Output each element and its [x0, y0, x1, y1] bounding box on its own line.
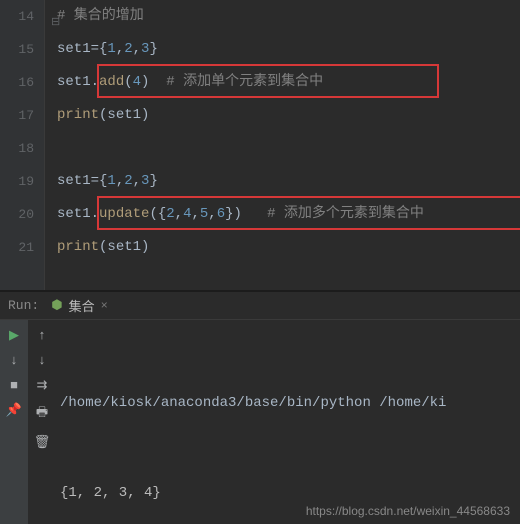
- line-number: 20: [0, 198, 34, 231]
- code-line[interactable]: set1.update({2,4,5,6}) # 添加多个元素到集合中: [57, 198, 520, 231]
- code-line[interactable]: print(set1): [57, 231, 520, 264]
- run-label: Run:: [8, 298, 39, 313]
- trash-icon[interactable]: 🗑: [34, 435, 51, 450]
- close-icon[interactable]: ×: [101, 299, 108, 313]
- play-icon[interactable]: ▶: [9, 328, 19, 343]
- line-number: 17: [0, 99, 34, 132]
- python-icon: ⬢: [51, 298, 62, 313]
- code-area[interactable]: ⊟# 集合的增加 set1={1,2,3} set1.add(4) # 添加单个…: [44, 0, 520, 290]
- watermark: https://blog.csdn.net/weixin_44568633: [306, 504, 510, 518]
- line-number: 21: [0, 231, 34, 264]
- line-number: 16: [0, 66, 34, 99]
- run-tab[interactable]: 集合: [69, 296, 95, 315]
- code-line[interactable]: [57, 132, 520, 165]
- debug-icon[interactable]: ↓: [10, 353, 18, 368]
- code-line[interactable]: print(set1): [57, 99, 520, 132]
- line-gutter: 14 15 16 17 18 19 20 21: [0, 0, 44, 290]
- print-icon[interactable]: 🖶: [36, 403, 48, 425]
- line-number: 18: [0, 132, 34, 165]
- code-line[interactable]: set1={1,2,3}: [57, 33, 520, 66]
- code-line[interactable]: ⊟# 集合的增加: [57, 0, 520, 33]
- console-line: /home/kiosk/anaconda3/base/bin/python /h…: [60, 388, 516, 418]
- code-line[interactable]: set1={1,2,3}: [57, 165, 520, 198]
- run-body: ▶ ↓ ■ 📌 ↑ ↓ ⇉ 🖶 🗑 /home/kiosk/anaconda3/…: [0, 320, 520, 524]
- down-icon[interactable]: ↓: [38, 353, 46, 368]
- pin-icon[interactable]: 📌: [6, 403, 22, 418]
- code-editor[interactable]: 14 15 16 17 18 19 20 21 ⊟# 集合的增加 set1={1…: [0, 0, 520, 290]
- up-icon[interactable]: ↑: [38, 328, 46, 343]
- line-number: 14: [0, 0, 34, 33]
- code-line[interactable]: set1.add(4) # 添加单个元素到集合中: [57, 66, 520, 99]
- line-number: 15: [0, 33, 34, 66]
- stop-icon[interactable]: ■: [10, 378, 18, 393]
- run-toolbar-left: ▶ ↓ ■ 📌: [0, 320, 28, 524]
- run-header: Run: ⬢ 集合 ×: [0, 292, 520, 320]
- run-panel: Run: ⬢ 集合 × ▶ ↓ ■ 📌 ↑ ↓ ⇉ 🖶 🗑 /home/kios…: [0, 292, 520, 524]
- console-output[interactable]: /home/kiosk/anaconda3/base/bin/python /h…: [56, 320, 520, 524]
- wrap-icon[interactable]: ⇉: [37, 378, 48, 393]
- line-number: 19: [0, 165, 34, 198]
- run-toolbar-inner: ↑ ↓ ⇉ 🖶 🗑: [28, 320, 56, 524]
